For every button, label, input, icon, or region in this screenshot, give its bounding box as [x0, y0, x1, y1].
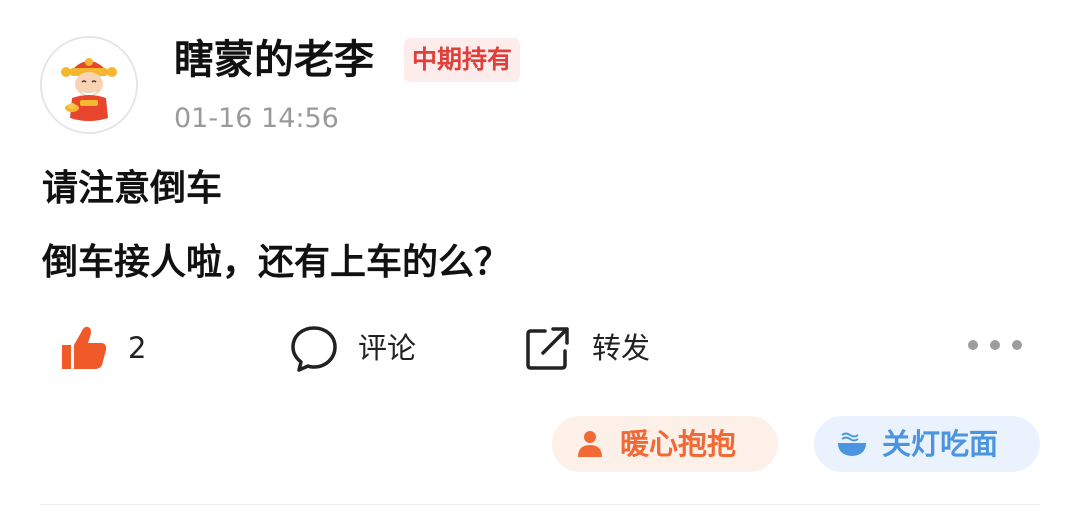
share-label: 转发 — [592, 331, 651, 365]
divider — [40, 504, 1040, 505]
post-body: 倒车接人啦，还有上车的么？ — [42, 242, 511, 283]
holding-badge: 中期持有 — [404, 38, 521, 82]
share-button[interactable]: 转发 — [522, 318, 650, 378]
like-button[interactable]: 2 — [58, 318, 146, 378]
reaction-warm-hug-button[interactable]: 暖心抱抱 — [552, 416, 778, 472]
person-icon — [574, 428, 606, 460]
post-timestamp: 01-16 14:56 — [174, 103, 339, 134]
reaction-noodles-button[interactable]: 关灯吃面 — [814, 416, 1040, 472]
comment-bubble-icon — [288, 322, 340, 374]
reaction-noodles-label: 关灯吃面 — [882, 427, 999, 461]
fortune-god-avatar-icon — [42, 38, 136, 132]
more-dots-icon — [968, 340, 978, 350]
comment-label: 评论 — [358, 331, 417, 365]
more-button[interactable] — [968, 330, 1022, 360]
noodle-bowl-icon — [836, 428, 868, 460]
comment-button[interactable]: 评论 — [288, 318, 416, 378]
post-title: 请注意倒车 — [42, 168, 223, 209]
author-name[interactable]: 瞎蒙的老李 — [174, 36, 374, 84]
avatar[interactable] — [40, 36, 138, 134]
thumbs-up-icon — [58, 322, 110, 374]
reaction-warm-hug-label: 暖心抱抱 — [620, 427, 737, 461]
share-icon — [522, 322, 574, 374]
like-count: 2 — [128, 331, 147, 365]
